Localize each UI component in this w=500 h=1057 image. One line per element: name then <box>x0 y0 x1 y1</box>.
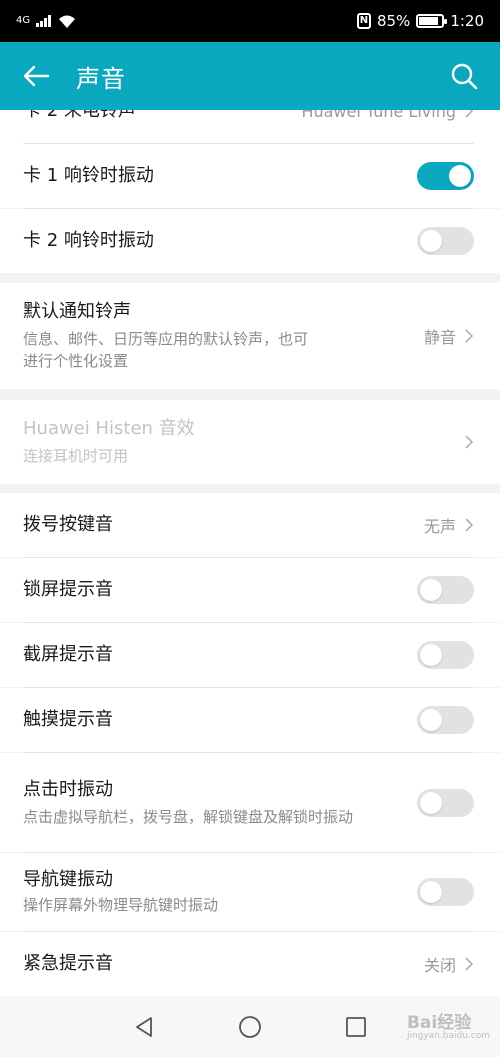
row-texts: 导航键振动 操作屏幕外物理导航键时振动 <box>23 868 417 916</box>
back-arrow-glyph <box>23 65 50 87</box>
chevron-right-icon <box>465 957 474 971</box>
setting-card2-vibrate[interactable]: 卡 2 响铃时振动 <box>0 209 500 273</box>
chevron-right-icon <box>465 329 474 343</box>
setting-value: 关闭 <box>423 956 456 975</box>
screen: 4G N 85% 1:20 声音 卡 2 来电铃声 Huawei Tune Li… <box>0 0 500 1057</box>
setting-label: 默认通知铃声 <box>23 301 131 322</box>
touch-sound-toggle[interactable] <box>417 706 474 734</box>
search-glyph <box>451 63 478 90</box>
row-texts: 卡 1 响铃时振动 <box>23 164 417 188</box>
network-type: 4G <box>16 15 31 26</box>
setting-value: 静音 <box>423 328 456 347</box>
setting-label: Huawei Histen 音效 <box>23 418 195 439</box>
baidu-watermark: Bai经验 jingyan.baidu.com <box>407 1008 490 1041</box>
nfc-icon: N <box>356 13 371 29</box>
watermark-sub: jingyan.baidu.com <box>406 1031 490 1041</box>
toggle-knob <box>420 644 442 666</box>
setting-lock-sound[interactable]: 锁屏提示音 <box>0 558 500 622</box>
row-texts: 卡 2 响铃时振动 <box>23 229 417 253</box>
nav-back-icon[interactable] <box>132 1015 156 1039</box>
setting-histen: Huawei Histen 音效 连接耳机时可用 <box>0 400 500 484</box>
back-arrow-icon[interactable] <box>22 61 52 91</box>
battery-percent: 85% <box>376 12 411 30</box>
status-right: N 85% 1:20 <box>356 12 484 30</box>
nav-recents-icon[interactable] <box>344 1015 368 1039</box>
page-title: 声音 <box>76 64 126 93</box>
app-bar: 声音 <box>0 42 500 110</box>
setting-label: 紧急提示音 <box>23 953 113 974</box>
setting-label: 卡 1 响铃时振动 <box>23 165 154 186</box>
chevron-right-icon <box>465 518 474 532</box>
setting-label: 截屏提示音 <box>23 644 113 665</box>
setting-label: 锁屏提示音 <box>23 579 113 600</box>
toggle-knob <box>420 230 442 252</box>
status-left: 4G <box>16 13 77 29</box>
clock: 1:20 <box>450 12 484 30</box>
setting-label: 卡 2 响铃时振动 <box>23 230 154 251</box>
screenshot-sound-toggle[interactable] <box>417 641 474 669</box>
nav-vibrate-toggle[interactable] <box>417 878 474 906</box>
setting-card1-vibrate[interactable]: 卡 1 响铃时振动 <box>0 144 500 208</box>
setting-description: 点击虚拟导航栏，拨号盘，解锁键盘及解锁时振动 <box>23 807 354 826</box>
row-texts: 点击时振动 点击虚拟导航栏，拨号盘，解锁键盘及解锁时振动 <box>23 778 417 828</box>
setting-screenshot-sound[interactable]: 截屏提示音 <box>0 623 500 687</box>
toggle-knob <box>420 709 442 731</box>
setting-emergency-sound[interactable]: 紧急提示音 关闭 <box>0 932 500 996</box>
row-texts: 截屏提示音 <box>23 643 417 667</box>
setting-touch-sound[interactable]: 触摸提示音 <box>0 688 500 752</box>
setting-dial-tone[interactable]: 拨号按键音 无声 <box>0 493 500 557</box>
card2-vibrate-toggle[interactable] <box>417 227 474 255</box>
status-bar: 4G N 85% 1:20 <box>0 0 500 42</box>
toggle-knob <box>420 881 442 903</box>
setting-label: 点击时振动 <box>23 778 113 800</box>
setting-nav-vibrate[interactable]: 导航键振动 操作屏幕外物理导航键时振动 <box>0 853 500 931</box>
setting-label: 触摸提示音 <box>23 709 113 730</box>
setting-tap-vibrate[interactable]: 点击时振动 点击虚拟导航栏，拨号盘，解锁键盘及解锁时振动 <box>0 753 500 852</box>
lock-sound-toggle[interactable] <box>417 576 474 604</box>
wifi-icon <box>59 15 76 28</box>
row-texts: 紧急提示音 <box>23 952 424 976</box>
row-texts: 锁屏提示音 <box>23 578 417 602</box>
signal-icon <box>36 15 52 27</box>
toggle-knob <box>449 165 471 187</box>
row-texts: Huawei Histen 音效 连接耳机时可用 <box>23 417 464 467</box>
setting-label: 拨号按键音 <box>23 514 113 535</box>
setting-label: 导航键振动 <box>23 869 113 890</box>
setting-default-notification[interactable]: 默认通知铃声 信息、邮件、日历等应用的默认铃声，也可进行个性化设置 静音 <box>0 283 500 389</box>
row-texts: 触摸提示音 <box>23 708 417 732</box>
setting-description: 信息、邮件、日历等应用的默认铃声，也可进行个性化设置 <box>23 330 309 370</box>
row-texts: 默认通知铃声 信息、邮件、日历等应用的默认铃声，也可进行个性化设置 <box>23 300 424 372</box>
row-texts: 拨号按键音 <box>23 513 424 537</box>
chevron-right-icon <box>465 435 474 449</box>
setting-value: 无声 <box>423 517 456 536</box>
search-icon[interactable] <box>448 61 478 91</box>
watermark-text: Bai经验 <box>406 1013 472 1033</box>
card1-vibrate-toggle[interactable] <box>417 162 474 190</box>
toggle-knob <box>420 791 442 814</box>
nav-home-icon[interactable] <box>238 1015 262 1039</box>
toggle-knob <box>420 579 442 601</box>
setting-description: 操作屏幕外物理导航键时振动 <box>23 896 219 914</box>
setting-description: 连接耳机时可用 <box>23 447 129 465</box>
battery-icon <box>416 14 448 28</box>
tap-vibrate-toggle[interactable] <box>417 788 474 817</box>
